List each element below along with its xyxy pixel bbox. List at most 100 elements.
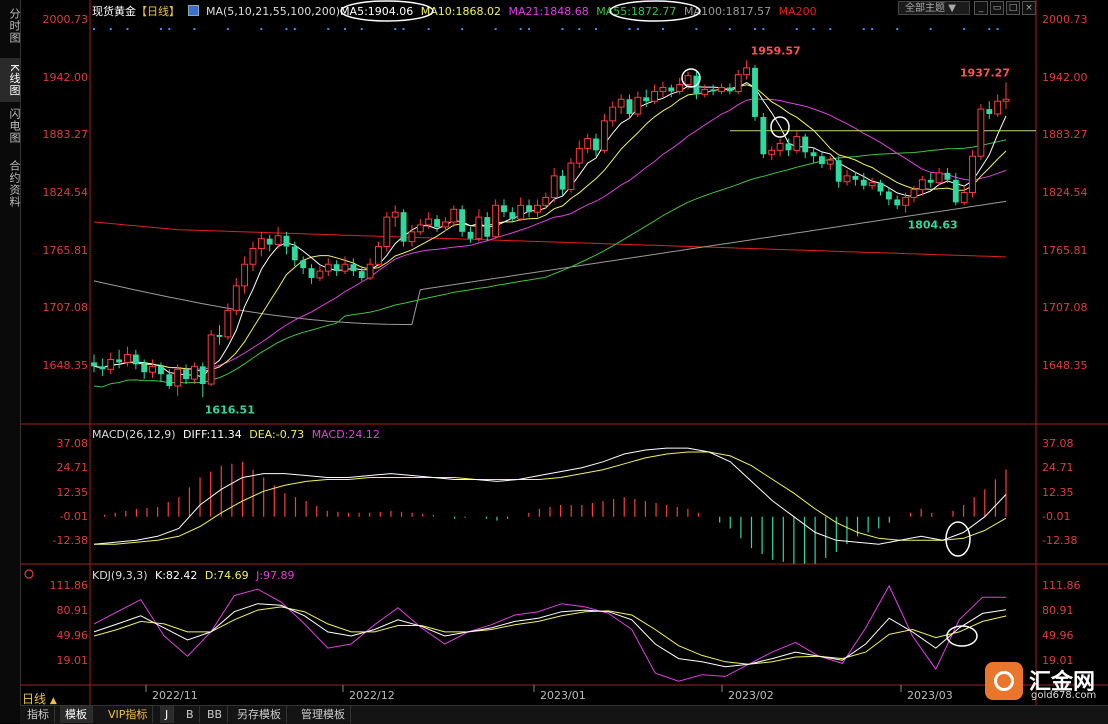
candle-body (885, 191, 892, 200)
event-marker (595, 28, 598, 30)
event-marker (461, 28, 464, 30)
candle-body (199, 366, 206, 385)
event-marker (360, 28, 363, 30)
candle-body (501, 205, 507, 213)
kdj-j: J:97.89 (256, 569, 295, 582)
event-marker (402, 28, 405, 30)
kdj-tick-label: 80.91 (56, 604, 89, 617)
event-marker (260, 28, 263, 30)
tab-bb[interactable]: BB (202, 706, 229, 723)
candle-body (324, 263, 332, 272)
date-tick-label: 2022/12 (349, 689, 395, 702)
event-marker (988, 28, 991, 30)
drawn-circle[interactable] (609, 0, 701, 22)
candle-body (684, 75, 692, 86)
price-annotation: 1959.57 (751, 44, 801, 57)
candle-body (785, 143, 792, 151)
price-tick-label: 2000.73 (42, 13, 89, 26)
candle-body (441, 221, 449, 228)
candle-body (575, 147, 583, 164)
macd-tick-label: 24.71 (56, 461, 89, 475)
candle-body (852, 175, 859, 180)
logo-url: gold678.com (1031, 690, 1097, 701)
tab-vip-indicator[interactable]: VIP指标 (103, 706, 154, 723)
candle-body (341, 263, 349, 272)
kdj-tick-label: 111.86 (49, 579, 89, 592)
event-marker (636, 28, 639, 30)
candle-body (132, 354, 139, 365)
kdj-k: K:82.42 (155, 569, 198, 582)
tab-save-template[interactable]: 另存模板 (232, 706, 287, 723)
tab-b[interactable]: B (181, 706, 200, 723)
candle-body (567, 162, 575, 191)
macd-tick-label: 24.71 (1042, 461, 1074, 475)
candle-body (593, 138, 599, 151)
candle-body (274, 235, 282, 246)
macd-diff-line (93, 447, 1007, 545)
candle-body (752, 67, 758, 117)
price-pane: 1959.57 1937.27 1804.63 1616.51 (91, 28, 1036, 416)
candle-body (550, 175, 558, 198)
chart-app: 分时图 K线图 闪电图 合约资料 现货黄金【日线】 MA(5,10,21,55,… (0, 0, 1108, 724)
candle-body (944, 172, 951, 180)
macd-tick-label: 12.35 (1042, 485, 1074, 499)
event-marker (812, 28, 815, 30)
drawn-circle[interactable] (340, 0, 434, 22)
price-tick-label: 1824.54 (42, 186, 89, 199)
price-tick-label: 1942.00 (42, 70, 89, 84)
date-tick-label: 2023/01 (540, 689, 586, 702)
candle-body (283, 235, 290, 247)
kdj-tick-label: 49.96 (56, 629, 89, 642)
event-marker (519, 28, 522, 30)
candle-body (910, 189, 918, 198)
kdj-tick-label: 111.86 (1042, 579, 1081, 592)
candle-body (868, 182, 876, 187)
event-marker (427, 28, 430, 30)
macd-tick-label: -12.38 (1042, 534, 1078, 547)
candle-body (559, 175, 566, 190)
candle-body (826, 159, 834, 165)
kdj-tick-label: 49.96 (1042, 629, 1074, 642)
candle-body (249, 248, 257, 265)
event-marker (226, 28, 229, 30)
candle-body (158, 366, 164, 375)
candle-body (977, 108, 985, 157)
event-marker (862, 28, 865, 30)
price-annotation: 1616.51 (205, 403, 255, 416)
candle-body (391, 211, 399, 218)
candle-body (609, 106, 617, 122)
candle-body (484, 217, 491, 237)
kdj-j-line (93, 584, 1007, 682)
macd-macd: MACD:24.12 (311, 428, 380, 441)
event-marker (494, 28, 497, 30)
candle-body (969, 155, 976, 194)
candle-body (927, 179, 934, 183)
price-tick-label: 2000.73 (1042, 13, 1088, 26)
candle-body (308, 268, 315, 278)
candle-body (818, 156, 825, 165)
candle-body (216, 334, 223, 337)
tab-template[interactable]: 模板 (60, 706, 93, 723)
macd-dea-line (94, 451, 1007, 545)
tab-j[interactable]: J (160, 706, 175, 723)
date-tick-label: 2023/03 (907, 689, 953, 702)
tab-indicator[interactable]: 指标 (22, 706, 55, 723)
indicator-settings-icon[interactable] (24, 569, 34, 579)
candle-body (776, 142, 784, 151)
candle-body (190, 365, 198, 380)
candle-body (626, 99, 633, 114)
tab-manage-template[interactable]: 管理模板 (296, 706, 351, 723)
macd-tick-label: 37.08 (1042, 437, 1074, 450)
price-tick-label: 1648.35 (1042, 359, 1088, 372)
candle-body (902, 196, 910, 206)
candle-body (701, 88, 709, 95)
candle-body (300, 260, 307, 269)
candle-body (793, 136, 801, 151)
candle-body (584, 138, 592, 149)
macd-dea: DEA:-0.73 (249, 428, 305, 441)
candle-body (450, 208, 458, 223)
chart-canvas: 1959.57 1937.27 1804.63 1616.51 (20, 0, 1108, 705)
event-marker (929, 28, 932, 30)
candle-body (734, 74, 742, 92)
candle-body (358, 271, 365, 278)
